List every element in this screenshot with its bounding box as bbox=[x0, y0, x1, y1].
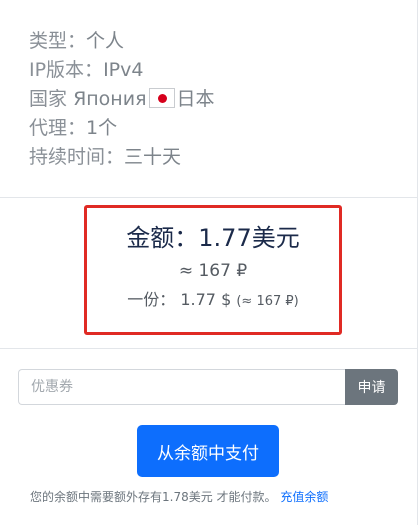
price-summary-highlight: 金额：1.77美元 ≈ 167 ₽ 一份： 1.77 $ (≈ 167 ₽) bbox=[84, 205, 342, 335]
divider-top bbox=[0, 197, 417, 198]
duration-value: 三十天 bbox=[124, 146, 182, 168]
japan-flag-icon bbox=[148, 88, 175, 108]
card-border bbox=[417, 0, 418, 525]
duration-label: 持续时间： bbox=[29, 146, 125, 168]
portion-label: 一份： bbox=[127, 290, 176, 309]
coupon-input[interactable] bbox=[18, 369, 345, 405]
country-label: 国家 bbox=[29, 88, 68, 110]
divider-bottom bbox=[0, 348, 417, 349]
portion-value: 1.77 $ bbox=[180, 290, 232, 309]
proxy-value: 1个 bbox=[86, 117, 118, 139]
detail-country: 国家 Япония 日本 bbox=[29, 85, 215, 114]
order-details: 类型：个人 IP版本：IPv4 国家 Япония 日本 代理：1个 持续时间：三… bbox=[29, 27, 215, 172]
balance-notice: 您的余额中需要额外存有1.78美元 才能付款。 充值余额 bbox=[30, 487, 328, 507]
detail-ip-version: IP版本：IPv4 bbox=[29, 56, 215, 85]
type-label: 类型： bbox=[29, 30, 87, 52]
detail-proxy: 代理：1个 bbox=[29, 114, 215, 143]
proxy-label: 代理： bbox=[29, 117, 87, 139]
detail-type: 类型：个人 bbox=[29, 27, 215, 56]
type-value: 个人 bbox=[86, 30, 125, 52]
apply-coupon-button[interactable]: 申请 bbox=[345, 369, 398, 405]
portion-price: 一份： 1.77 $ (≈ 167 ₽) bbox=[87, 289, 339, 313]
ip-version-label: IP版本： bbox=[29, 59, 104, 81]
country-value-ru: Япония bbox=[73, 88, 147, 110]
detail-duration: 持续时间：三十天 bbox=[29, 143, 215, 172]
pay-from-balance-button[interactable]: 从余额中支付 bbox=[137, 425, 279, 477]
amount-rub: ≈ 167 ₽ bbox=[178, 261, 248, 281]
flag-circle bbox=[157, 94, 167, 103]
portion-rub: (≈ 167 ₽) bbox=[236, 294, 299, 309]
amount-label: 金额： bbox=[126, 224, 199, 252]
ip-version-value: IPv4 bbox=[103, 59, 144, 81]
total-amount: 金额：1.77美元 bbox=[87, 222, 339, 254]
amount-value: 1.77美元 bbox=[198, 224, 300, 252]
notice-text: 您的余额中需要额外存有1.78美元 才能付款。 bbox=[30, 490, 277, 504]
country-value-zh: 日本 bbox=[176, 88, 215, 110]
topup-balance-link[interactable]: 充值余额 bbox=[280, 490, 328, 504]
